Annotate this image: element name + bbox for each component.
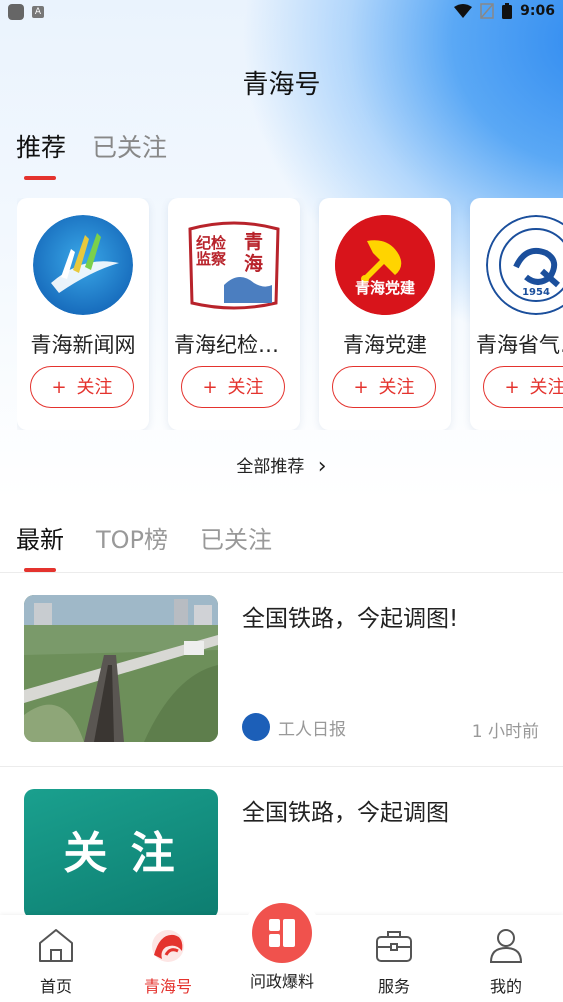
wifi-icon xyxy=(454,4,473,18)
follow-button[interactable]: + 关注 xyxy=(30,366,134,408)
home-icon xyxy=(39,929,73,962)
tab-section-followed[interactable]: 已关注 xyxy=(200,520,272,555)
qinghai-dangjian-logo-icon: 青海党建 xyxy=(335,215,435,315)
qinghai-hao-icon xyxy=(152,930,184,962)
recommend-carousel[interactable]: 青海新闻网 + 关注 纪检监察 青海 青海纪检监察 + 关注 青海党建 青海党建… xyxy=(17,198,563,430)
plus-icon: + xyxy=(504,377,520,398)
tab-recommend[interactable]: 推荐 xyxy=(16,128,66,164)
news-title: 全国铁路，今起调图! xyxy=(242,606,459,632)
plus-icon: + xyxy=(353,377,369,398)
divider xyxy=(0,572,563,573)
status-time: 9:06 xyxy=(520,3,555,19)
news-title: 全国铁路，今起调图 xyxy=(242,800,449,826)
follow-label: 关注 xyxy=(378,377,415,398)
person-icon xyxy=(489,929,523,963)
follow-button[interactable]: + 关注 xyxy=(332,366,436,408)
recommend-card[interactable]: 1954 青海省气象局 + 关注 xyxy=(470,198,563,430)
news-source: 工人日报 xyxy=(278,719,346,740)
source-logo-icon xyxy=(242,713,270,741)
report-button[interactable] xyxy=(252,903,312,963)
tab-top-rank[interactable]: TOP榜 xyxy=(96,520,168,555)
briefcase-icon xyxy=(376,931,412,962)
card-name: 青海纪检监察 xyxy=(174,333,294,357)
nav-service-label: 服务 xyxy=(377,977,410,996)
tab-followed[interactable]: 已关注 xyxy=(92,128,167,164)
news-thumbnail: 关 注 xyxy=(24,789,218,919)
recommend-card[interactable]: 青海新闻网 + 关注 xyxy=(17,198,149,430)
follow-button[interactable]: + 关注 xyxy=(483,366,563,408)
follow-label: 关注 xyxy=(76,377,113,398)
plus-icon: + xyxy=(202,377,218,398)
card-name: 青海新闻网 xyxy=(30,333,136,357)
card-name: 青海省气象局 xyxy=(476,333,563,357)
nav-home-label: 首页 xyxy=(39,977,72,996)
plus-icon: + xyxy=(51,377,67,398)
news-thumbnail xyxy=(24,595,218,742)
app-notification-icon xyxy=(8,4,24,20)
follow-label: 关注 xyxy=(529,377,563,398)
news-item[interactable]: 全国铁路，今起调图! 工人日报 1 小时前 xyxy=(0,595,563,742)
follow-label: 关注 xyxy=(227,377,264,398)
nav-qinghai-hao-label: 青海号 xyxy=(143,977,192,996)
all-recommend-link[interactable]: 全部推荐 › xyxy=(0,452,563,479)
jijian-logo-text-left: 纪检监察 xyxy=(196,234,227,268)
top-tabs: 推荐 已关注 xyxy=(16,128,167,164)
status-bar: A 9:06 xyxy=(0,0,563,26)
follow-button[interactable]: + 关注 xyxy=(181,366,285,408)
weather-logo-year: 1954 xyxy=(522,287,550,298)
report-icon xyxy=(269,919,295,947)
dangjian-logo-text: 青海党建 xyxy=(354,279,415,297)
section-tabs: 最新 TOP榜 已关注 xyxy=(16,520,272,555)
tab-latest[interactable]: 最新 xyxy=(16,520,64,555)
recommend-card[interactable]: 纪检监察 青海 青海纪检监察 + 关注 xyxy=(168,198,300,430)
qinghai-weather-logo-icon: 1954 xyxy=(486,215,563,315)
chevron-right-icon: › xyxy=(317,454,327,479)
thumbnail-text: 关 注 xyxy=(63,828,179,879)
nav-report-label: 问政爆料 xyxy=(249,972,314,991)
tab-active-indicator xyxy=(24,176,56,180)
news-time: 1 小时前 xyxy=(471,722,539,742)
jijian-logo-text-right: 青海 xyxy=(244,231,264,275)
nav-mine-label: 我的 xyxy=(489,977,522,996)
all-recommend-label: 全部推荐 xyxy=(236,457,305,477)
no-sim-icon xyxy=(480,3,494,19)
recommend-card[interactable]: 青海党建 青海党建 + 关注 xyxy=(319,198,451,430)
qinghai-news-logo-icon xyxy=(33,215,133,315)
divider xyxy=(0,766,563,767)
battery-icon xyxy=(502,3,513,19)
qinghai-jijian-logo-icon: 纪检监察 青海 xyxy=(184,215,284,315)
news-meta: 工人日报 xyxy=(242,713,346,741)
a-notification-icon: A xyxy=(32,6,44,18)
card-name: 青海党建 xyxy=(343,333,427,357)
page-title: 青海号 xyxy=(242,70,321,100)
